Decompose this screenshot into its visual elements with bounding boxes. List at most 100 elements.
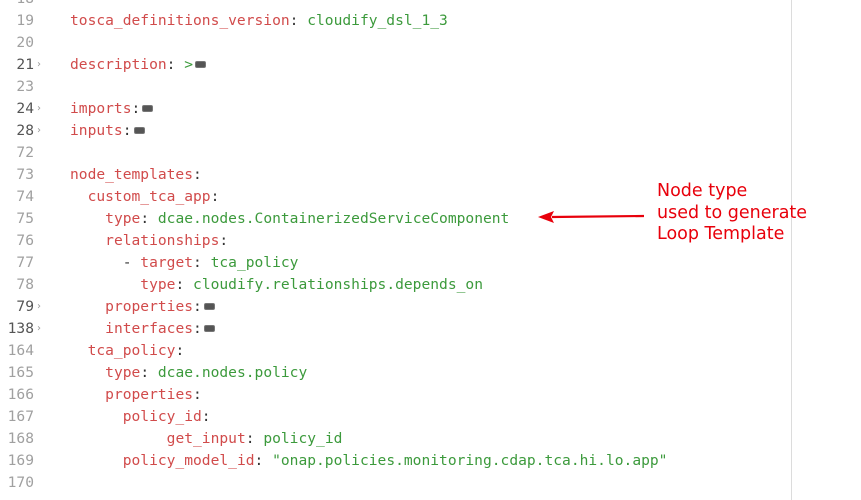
line-code: custom_tca_app: [70,186,220,208]
yaml-value: policy_id [263,430,343,447]
yaml-key: relationships [105,232,220,249]
line-code: inputs: [70,120,145,142]
fold-chevron-icon[interactable]: › [37,296,47,318]
folded-ellipsis-icon[interactable] [203,302,215,310]
line-number: 18 [0,0,34,10]
line-number: 77 [16,254,34,271]
line-code: imports: [70,98,154,120]
yaml-punct: : [131,100,141,117]
yaml-punct: : [140,364,158,381]
yaml-key: properties [105,298,194,315]
line-code: description: > [70,54,207,76]
code-line[interactable]: 20 [0,32,791,54]
line-number: 75 [16,210,34,227]
line-code: relationships: [70,230,228,252]
code-line[interactable]: 164 tca_policy: [0,340,791,362]
line-code: - target: tca_policy [70,252,299,274]
yaml-punct: : [210,188,220,205]
yaml-punct: : [193,320,202,337]
code-line[interactable]: 28 › inputs: [0,120,791,142]
fold-chevron-icon[interactable]: › [37,98,47,120]
line-code: interfaces: [70,318,215,340]
yaml-punct: : [201,408,211,425]
code-line[interactable]: 72 [0,142,791,164]
yaml-punct [70,232,105,249]
yaml-punct [70,210,105,227]
code-line[interactable]: 169 policy_model_id: "onap.policies.moni… [0,450,791,472]
code-line[interactable]: 138 › interfaces: [0,318,791,340]
line-number: 20 [16,34,34,51]
line-number: 164 [7,342,34,359]
line-code: tosca_definitions_version: cloudify_dsl_… [70,10,448,32]
code-line[interactable]: 79 › properties: [0,296,791,318]
line-number: 23 [16,78,34,95]
code-line[interactable]: 19 tosca_definitions_version: cloudify_ds… [0,10,791,32]
yaml-punct [70,430,167,447]
yaml-key: target [140,254,194,271]
line-code: node_templates: [70,164,202,186]
line-code: properties: [70,296,215,318]
line-code: tca_policy: [70,340,185,362]
code-editor[interactable]: 18 19 tosca_definitions_version: cloudify_… [0,0,861,500]
line-code: type: dcae.nodes.policy [70,362,307,384]
code-line[interactable]: 168 get_input: policy_id [0,428,791,450]
yaml-key: type [140,276,176,293]
yaml-punct [70,364,105,381]
yaml-value: "onap.policies.monitoring.cdap.tca.hi.lo… [272,452,668,469]
line-number: 166 [7,386,34,403]
yaml-key: type [105,364,141,381]
folded-ellipsis-icon[interactable] [203,324,215,332]
code-line[interactable]: 167 policy_id: [0,406,791,428]
yaml-punct: : [175,342,185,359]
yaml-punct: : [193,386,202,403]
yaml-punct: : [166,56,185,73]
line-number: 74 [16,188,34,205]
line-number: 167 [7,408,34,425]
yaml-punct: - [70,254,141,271]
code-line[interactable]: 165 type: dcae.nodes.policy [0,362,791,384]
line-code: type: cloudify.relationships.depends_on [70,274,483,296]
yaml-punct [70,386,105,403]
yaml-key: policy_model_id [122,452,255,469]
yaml-punct: : [219,232,229,249]
editor-right-margin-line [791,0,792,500]
line-number: 76 [16,232,34,249]
yaml-key: inputs [70,122,123,139]
yaml-key: get_input [166,430,246,447]
folded-ellipsis-icon[interactable] [142,104,154,112]
line-number: 28 [16,122,34,139]
fold-chevron-icon[interactable]: › [37,54,47,76]
yaml-key: interfaces [105,320,194,337]
annotation-arrow [538,211,645,223]
annotation-line-1: Node type [657,181,748,201]
folded-ellipsis-icon[interactable] [195,60,207,68]
line-code: get_input: policy_id [70,428,343,450]
yaml-key: node_templates [70,166,194,183]
yaml-key: tca_policy [87,342,176,359]
yaml-key: imports [70,100,132,117]
code-line[interactable]: 78 type: cloudify.relationships.depends_… [0,274,791,296]
yaml-value: tca_policy [210,254,299,271]
code-line[interactable]: 24 › imports: [0,98,791,120]
code-line[interactable]: 21 › description: > [0,54,791,76]
yaml-key: tosca_definitions_version [70,12,290,29]
fold-chevron-icon[interactable]: › [37,318,47,340]
code-line[interactable]: 170 [0,472,791,494]
annotation-line-3: Loop Template [657,224,785,244]
line-number: 169 [7,452,34,469]
folded-ellipsis-icon[interactable] [133,126,145,134]
line-number: 138 [7,320,34,337]
fold-chevron-icon[interactable]: › [37,120,47,142]
yaml-punct: : [289,12,308,29]
code-line[interactable]: 77 - target: tca_policy [0,252,791,274]
yaml-punct: : [140,210,158,227]
code-line[interactable]: 18 [0,0,791,10]
line-code: properties: [70,384,202,406]
yaml-value: cloudify.relationships.depends_on [193,276,483,293]
yaml-key: description [70,56,167,73]
code-line[interactable]: 166 properties: [0,384,791,406]
code-line[interactable]: 23 [0,76,791,98]
line-number: 24 [16,100,34,117]
yaml-key: type [105,210,141,227]
yaml-value: dcae.nodes.ContainerizedServiceComponent [157,210,510,227]
